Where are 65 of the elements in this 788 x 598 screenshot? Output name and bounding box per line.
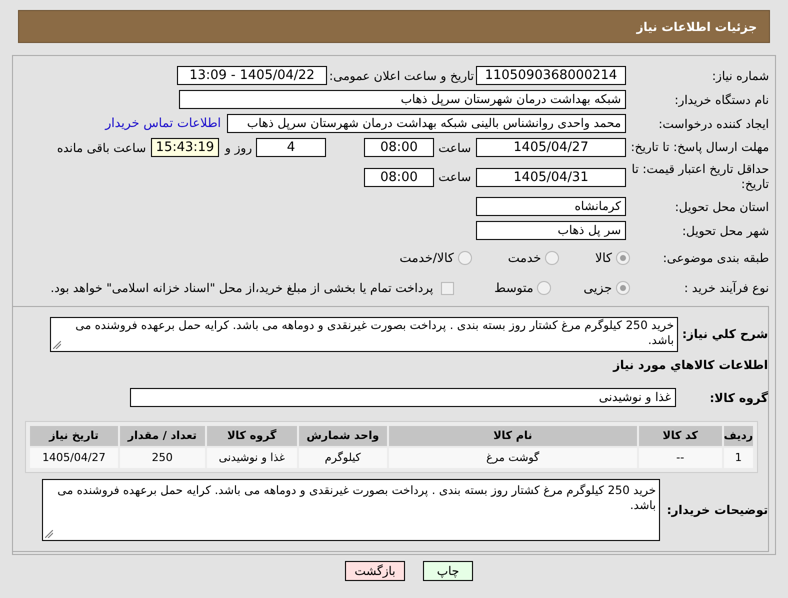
days-field[interactable]: 4 bbox=[256, 138, 326, 157]
field-label: حداقل تاریخ اعتبار قیمت: تا تاریخ: bbox=[630, 162, 769, 192]
field-label: تاریخ و ساعت اعلان عمومی: bbox=[328, 68, 474, 84]
radio-button[interactable] bbox=[545, 251, 560, 265]
table-cell: 1 bbox=[724, 448, 753, 468]
province-field[interactable]: کرمانشاه bbox=[476, 197, 626, 216]
field-label: پرداخت تمام یا بخشی از مبلغ خرید،از محل "اسناد خزانه اسلامی" خواهد بود. bbox=[50, 280, 434, 297]
buyer-notes-field[interactable]: خرید 250 کیلوگرم مرغ کشتار روز بسته بندی . پرداخت بصورت غیرنقدی و دوماهه می باشد. کرایه حمل برعهده فروشنده می باشد. bbox=[42, 479, 660, 541]
radio-button[interactable] bbox=[458, 251, 472, 265]
radio-label: خدمت bbox=[508, 248, 542, 267]
field-label: طبقه بندی موضوعی: bbox=[662, 250, 769, 267]
field-label: ساعت bbox=[437, 140, 471, 156]
table-cell: کیلوگرم bbox=[298, 448, 387, 468]
field-label: شماره نیاز: bbox=[711, 68, 769, 84]
buyer-contact-link[interactable]: اطلاعات تماس خریدار bbox=[105, 114, 221, 133]
announce-date-field[interactable]: 1405/04/22 - 13:09 bbox=[177, 66, 327, 85]
checkbox[interactable] bbox=[441, 282, 454, 294]
field-label: روز و bbox=[225, 140, 252, 156]
price-time-field[interactable]: 08:00 bbox=[364, 168, 434, 186]
buyer-notes-label: توضیحات خریدار: bbox=[666, 502, 768, 519]
radio-label: متوسط bbox=[494, 278, 534, 297]
radio-label: کالا/خدمت bbox=[399, 248, 454, 267]
column-header: نام کالا bbox=[388, 426, 637, 446]
table-cell: -- bbox=[638, 448, 722, 468]
table-cell: 250 bbox=[120, 448, 205, 468]
section-heading: اطلاعات کالاهاي مورد نياز bbox=[612, 357, 768, 374]
column-header: ردیف bbox=[724, 426, 753, 446]
page-title: جزئیات اطلاعات نیاز bbox=[636, 18, 757, 36]
resize-grip-icon bbox=[45, 530, 53, 538]
radio-button[interactable] bbox=[616, 251, 630, 265]
goods-group-field[interactable]: غذا و نوشیدنی bbox=[130, 388, 676, 407]
column-header: واحد شمارش bbox=[298, 426, 387, 446]
field-label: استان محل تحویل: bbox=[674, 198, 769, 216]
reply-time-field[interactable]: 08:00 bbox=[364, 138, 434, 157]
column-header: کد کالا bbox=[638, 426, 722, 446]
radio-label: کالا bbox=[595, 248, 612, 267]
description-field[interactable]: خرید 250 کیلوگرم مرغ کشتار روز بسته بندی . پرداخت بصورت غیرنقدی و دوماهه می باشد. کرایه حمل برعهده فروشنده می باشد. bbox=[50, 317, 678, 352]
reply-date-field[interactable]: 1405/04/27 bbox=[476, 138, 626, 157]
resize-grip-icon bbox=[53, 341, 61, 349]
price-date-field[interactable]: 1405/04/31 bbox=[476, 168, 626, 186]
radio-button[interactable] bbox=[616, 281, 630, 295]
column-header: گروه کالا bbox=[206, 426, 297, 446]
table-cell: غذا و نوشیدنی bbox=[206, 448, 297, 468]
radio-button[interactable] bbox=[537, 281, 552, 295]
column-header: تعداد / مقدار bbox=[120, 426, 205, 446]
print-button[interactable]: چاپ bbox=[423, 561, 473, 581]
table-cell: گوشت مرغ bbox=[388, 448, 637, 468]
field-label: مهلت ارسال پاسخ: تا تاریخ: bbox=[630, 140, 769, 155]
field-label: ساعت باقی مانده bbox=[56, 140, 146, 156]
column-header: تاریخ نیاز bbox=[30, 426, 118, 446]
table-cell: 1405/04/27 bbox=[30, 448, 118, 468]
city-field[interactable]: سر پل ذهاب bbox=[476, 221, 626, 240]
remaining-time-field[interactable]: 15:43:19 bbox=[151, 138, 219, 157]
back-button[interactable]: بازگشت bbox=[345, 561, 405, 581]
field-label: نوع فرآیند خرید : bbox=[683, 280, 769, 297]
field-label: ایجاد کننده درخواست: bbox=[657, 116, 769, 132]
description-label: شرح کلي نياز: bbox=[681, 326, 768, 343]
field-label: ساعت bbox=[437, 169, 471, 186]
field-label: نام دستگاه خریدار: bbox=[674, 92, 769, 108]
field-label: شهر محل تحویل: bbox=[681, 222, 769, 240]
radio-label: جزیی bbox=[583, 278, 612, 297]
buyer-org-field[interactable]: شبکه بهداشت درمان شهرستان سرپل ذهاب bbox=[179, 90, 626, 109]
requester-field[interactable]: محمد واحدی روانشناس بالینی شبکه بهداشت درمان شهرستان سرپل ذهاب bbox=[227, 114, 626, 133]
goods-group-label: گروه کالا: bbox=[708, 390, 768, 406]
need-number-field[interactable]: 1105090368000214 bbox=[476, 66, 626, 85]
